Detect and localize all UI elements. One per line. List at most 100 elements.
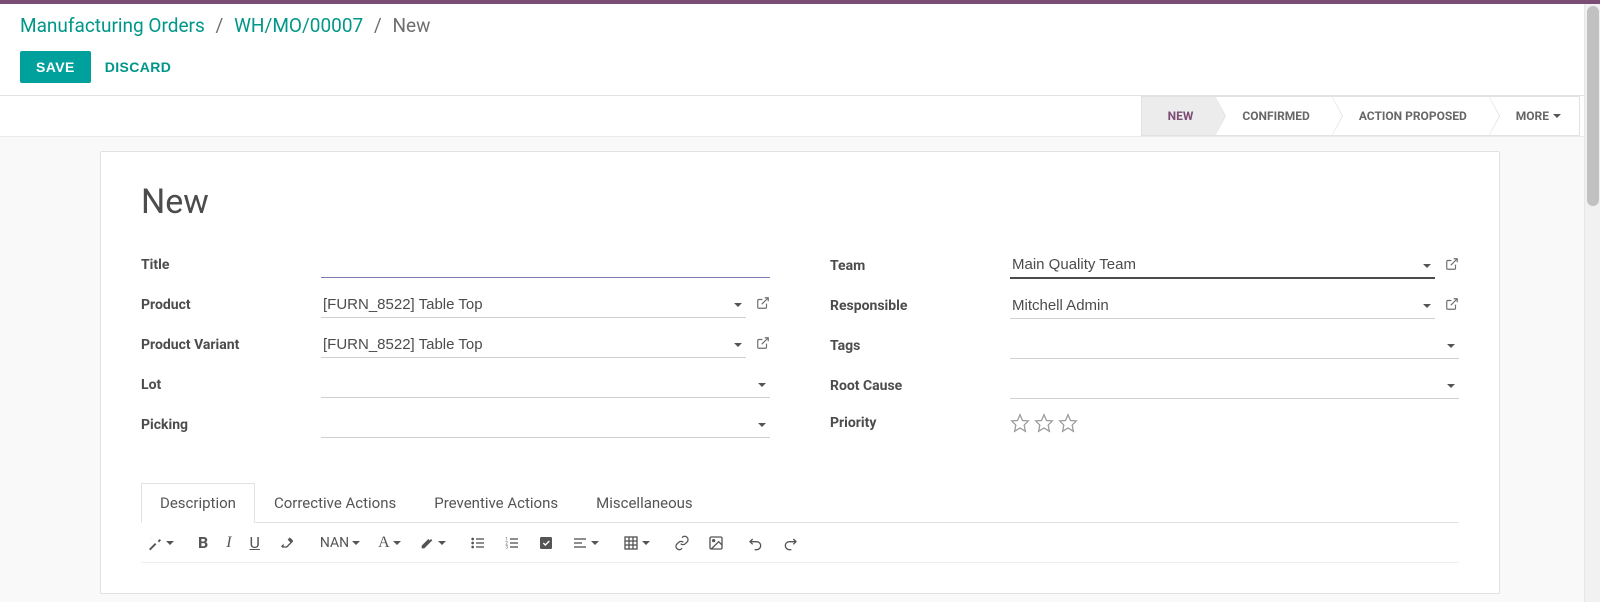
picking-select[interactable] [321,412,770,438]
field-row-responsible: Responsible [830,293,1459,319]
form-grid: Title Product [141,252,1459,452]
breadcrumb-sep: / [210,14,230,37]
scrollbar-thumb[interactable] [1587,6,1599,206]
field-row-variant: Product Variant [141,332,770,358]
status-step-action-proposed[interactable]: ACTION PROPOSED [1333,96,1490,136]
eraser-icon [278,535,296,551]
tab-miscellaneous[interactable]: Miscellaneous [577,483,712,523]
caret-down-icon [642,539,650,547]
star-icon[interactable] [1034,413,1054,433]
check-square-icon [538,535,554,551]
field-row-tags: Tags [830,333,1459,359]
priority-stars [1010,413,1078,433]
label-variant: Product Variant [141,337,321,353]
tabs: Description Corrective Actions Preventiv… [141,482,1459,523]
status-step-label: MORE [1516,109,1549,123]
tab-corrective-actions[interactable]: Corrective Actions [255,483,415,523]
link-button[interactable] [674,535,690,551]
lot-select[interactable] [321,372,770,398]
caret-down-icon [352,539,360,547]
title-input[interactable] [321,252,770,278]
form-col-right: Team Responsible [830,252,1459,452]
field-row-team: Team [830,252,1459,279]
status-step-label: CONFIRMED [1242,109,1309,123]
image-icon [708,535,724,551]
breadcrumb-mid[interactable]: WH/MO/00007 [234,14,363,37]
save-button[interactable]: SAVE [20,51,91,83]
form-col-left: Title Product [141,252,770,452]
field-row-root-cause: Root Cause [830,373,1459,399]
breadcrumb-root[interactable]: Manufacturing Orders [20,14,205,37]
external-link-icon[interactable] [756,336,770,354]
redo-button[interactable] [782,535,798,551]
page-title: New [141,182,1459,222]
label-team: Team [830,258,1010,274]
tags-select[interactable] [1010,333,1459,359]
discard-button[interactable]: DISCARD [105,59,172,75]
list-ol-icon: 123 [504,535,520,551]
list-ul-icon [470,535,486,551]
external-link-icon[interactable] [756,296,770,314]
breadcrumb-sep: / [368,14,388,37]
magic-wand-button[interactable] [147,535,174,551]
redo-icon [782,535,798,551]
external-link-icon[interactable] [1445,257,1459,275]
label-root-cause: Root Cause [830,378,1010,394]
field-row-lot: Lot [141,372,770,398]
link-icon [674,535,690,551]
status-steps: NEW CONFIRMED ACTION PROPOSED MORE [1141,96,1580,136]
caret-down-icon [591,539,599,547]
label-responsible: Responsible [830,298,1010,314]
scrollbar[interactable] [1584,4,1600,602]
responsible-select[interactable] [1010,293,1435,319]
checklist-button[interactable] [538,535,554,551]
status-step-new[interactable]: NEW [1141,96,1217,136]
image-button[interactable] [708,535,724,551]
tab-description[interactable]: Description [141,483,255,523]
breadcrumb-current: New [392,14,430,37]
field-row-picking: Picking [141,412,770,438]
ordered-list-button[interactable]: 123 [504,535,520,551]
field-row-product: Product [141,292,770,318]
italic-button[interactable]: I [226,534,231,552]
product-select[interactable] [321,292,746,318]
tab-preventive-actions[interactable]: Preventive Actions [415,483,577,523]
variant-select[interactable] [321,332,746,358]
field-row-title: Title [141,252,770,278]
status-step-confirmed[interactable]: CONFIRMED [1216,96,1332,136]
tabs-wrap: Description Corrective Actions Preventiv… [141,482,1459,563]
font-color-dropdown[interactable]: A [378,534,401,552]
bold-button[interactable]: B [198,533,208,552]
star-icon[interactable] [1010,413,1030,433]
align-dropdown[interactable] [572,535,599,551]
external-link-icon[interactable] [1445,297,1459,315]
status-step-more[interactable]: MORE [1490,96,1580,136]
undo-button[interactable] [748,535,764,551]
root-cause-select[interactable] [1010,373,1459,399]
table-dropdown[interactable] [623,535,650,551]
star-icon[interactable] [1058,413,1078,433]
label-picking: Picking [141,417,321,433]
font-size-dropdown[interactable]: NAN [320,535,360,551]
caret-down-icon [1553,112,1561,120]
highlight-color-dropdown[interactable] [419,535,446,551]
caret-down-icon [393,539,401,547]
team-select[interactable] [1010,252,1435,279]
align-left-icon [572,535,588,551]
label-tags: Tags [830,338,1010,354]
status-bar: NEW CONFIRMED ACTION PROPOSED MORE [0,96,1600,137]
form-card: New Title Product [100,151,1500,594]
svg-text:3: 3 [505,544,508,550]
editor-toolbar: B I U NAN A [141,523,1459,563]
eraser-button[interactable] [278,535,296,551]
field-row-priority: Priority [830,413,1459,433]
underline-button[interactable]: U [250,533,260,552]
unordered-list-button[interactable] [470,535,486,551]
header: Manufacturing Orders / WH/MO/00007 / New… [0,4,1600,96]
label-priority: Priority [830,415,1010,431]
table-icon [623,535,639,551]
label-lot: Lot [141,377,321,393]
undo-icon [748,535,764,551]
highlighter-icon [419,535,435,551]
caret-down-icon [438,539,446,547]
